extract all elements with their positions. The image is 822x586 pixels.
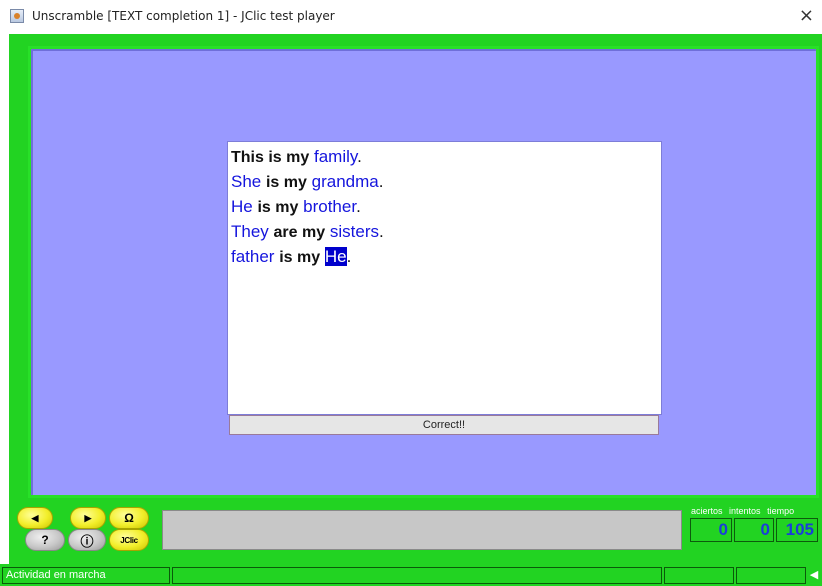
aciertos-label: aciertos [691, 506, 723, 516]
status-segment-2 [172, 567, 662, 584]
fixed-text: This is my [231, 149, 310, 166]
restart-icon: Ω [124, 511, 134, 525]
fixed-text: is my [265, 174, 307, 191]
draggable-word[interactable]: father [231, 247, 274, 266]
intentos-counter: 0 [734, 518, 774, 542]
activity-area: This is my family. She is my grandma. He i… [28, 46, 819, 498]
scrambled-text: This is my family. She is my grandma. He i… [231, 145, 384, 270]
tiempo-label: tiempo [767, 506, 795, 516]
window-title: Unscramble [TEXT completion 1] - JClic t… [32, 9, 335, 23]
help-icon: ? [41, 533, 49, 547]
jclic-logo: JClic [120, 535, 138, 545]
status-segment-3 [664, 567, 734, 584]
draggable-word[interactable]: brother [303, 197, 356, 216]
text-line: father is my He. [231, 245, 384, 270]
punctuation: . [378, 222, 384, 241]
intentos-label: intentos [729, 506, 761, 516]
check-button[interactable]: Correct!! [229, 415, 659, 435]
arrow-left-icon: ◀ [31, 512, 39, 523]
fixed-text: is my [279, 249, 321, 266]
draggable-word[interactable]: sisters [330, 222, 379, 241]
next-activity-button[interactable]: ▶ [70, 507, 106, 529]
fixed-text: is my [257, 199, 299, 216]
draggable-word[interactable]: He [231, 197, 253, 216]
info-icon: ⓘ [80, 533, 94, 549]
jclic-button[interactable]: JClic [109, 529, 149, 551]
selected-word[interactable]: He [324, 247, 347, 266]
draggable-word[interactable]: They [231, 222, 269, 241]
arrow-right-icon: ▶ [84, 512, 92, 523]
fixed-text: are my [273, 224, 326, 241]
text-line: They are my sisters. [231, 220, 384, 245]
text-panel: This is my family. She is my grandma. He i… [227, 141, 662, 415]
prev-activity-button[interactable]: ◀ [17, 507, 53, 529]
text-line: She is my grandma. [231, 170, 384, 195]
punctuation: . [357, 147, 362, 166]
aciertos-counter: 0 [690, 518, 732, 542]
punctuation: . [356, 197, 361, 216]
draggable-word[interactable]: grandma [312, 172, 379, 191]
help-button[interactable]: ? [25, 529, 65, 551]
punctuation: . [378, 172, 384, 191]
counter-labels: aciertos intentos tiempo [691, 506, 798, 516]
status-segment-4 [736, 567, 806, 584]
close-button[interactable]: × [799, 5, 814, 26]
text-line: He is my brother. [231, 195, 384, 220]
text-line: This is my family. [231, 145, 384, 170]
draggable-word[interactable]: family [314, 147, 357, 166]
draggable-word[interactable]: She [231, 172, 261, 191]
info-button[interactable]: ⓘ [68, 529, 106, 551]
status-bar: Actividad en marcha ◀ [0, 564, 822, 586]
java-app-icon [10, 9, 24, 23]
title-bar: Unscramble [TEXT completion 1] - JClic t… [0, 0, 822, 32]
speaker-icon[interactable]: ◀ [808, 567, 820, 583]
status-text: Actividad en marcha [2, 567, 170, 584]
player-frame: This is my family. She is my grandma. He i… [9, 34, 822, 586]
message-box [162, 510, 682, 550]
punctuation: . [346, 247, 352, 266]
tiempo-counter: 105 [776, 518, 818, 542]
restart-button[interactable]: Ω [109, 507, 149, 529]
